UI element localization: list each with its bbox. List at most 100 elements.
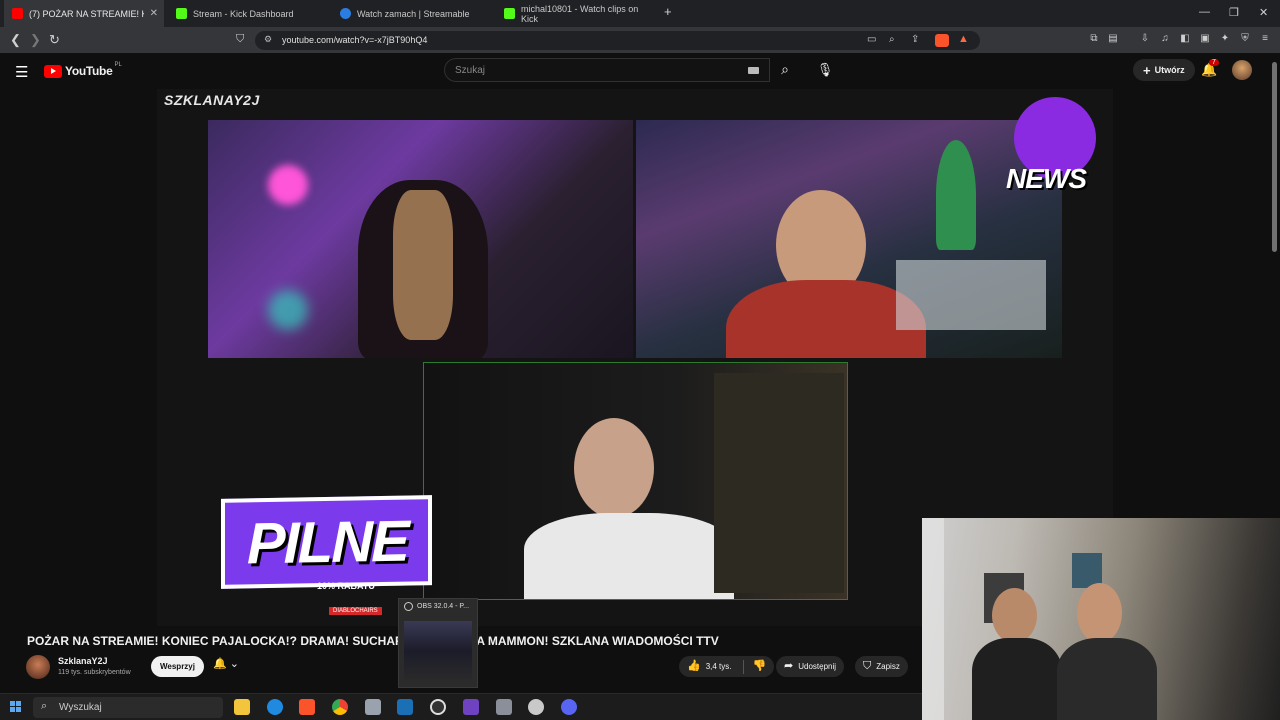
webcam-feed-top-right: [636, 120, 1062, 358]
search-icon: ⌕: [781, 61, 789, 77]
pilne-banner: PILNE: [221, 495, 432, 589]
notification-count-badge: 7: [1209, 59, 1219, 66]
webcam-feed-center: [423, 362, 848, 600]
user-avatar[interactable]: [1232, 60, 1252, 80]
taskbar-search[interactable]: ⌕ Wyszukaj: [33, 697, 223, 718]
search-button[interactable]: ⌕: [770, 58, 800, 82]
promo-brand: DIABLOCHAIRS: [329, 607, 382, 615]
close-tab-icon[interactable]: ✕: [150, 8, 158, 19]
keyboard-icon[interactable]: [748, 67, 759, 74]
create-label: Utwórz: [1154, 65, 1185, 75]
menu-icon[interactable]: ≡: [1259, 33, 1271, 45]
obs-icon: [404, 602, 413, 611]
notification-settings-icon[interactable]: 🔔 ⌄: [213, 657, 239, 670]
forward-icon[interactable]: ❯: [30, 32, 41, 48]
like-count: 3,4 tys.: [705, 662, 732, 671]
youtube-logo-text: YouTube: [65, 64, 113, 78]
pilne-text: PILNE: [247, 508, 408, 577]
cast-icon[interactable]: ▭: [867, 34, 876, 45]
vpn-icon[interactable]: ⛨: [1239, 33, 1251, 45]
plus-icon: +: [1143, 62, 1151, 78]
app-icon[interactable]: [463, 699, 479, 715]
extensions-icon[interactable]: ⧉: [1088, 33, 1100, 45]
person-right-face: [1077, 583, 1122, 643]
restore-icon[interactable]: ❐: [1229, 6, 1239, 19]
save-button[interactable]: ⛉ Zapisz: [855, 656, 908, 677]
youtube-play-icon: [44, 64, 62, 78]
share-icon[interactable]: ⇪: [911, 34, 919, 45]
kick-favicon-icon: [504, 8, 515, 19]
webcam-feed-top-left: [208, 120, 633, 358]
news-logo-text: NEWS: [1006, 163, 1087, 194]
region-code: PL: [114, 62, 122, 68]
media-icon[interactable]: ♫: [1159, 33, 1171, 45]
app-icon[interactable]: [496, 699, 512, 715]
discord-icon[interactable]: [561, 699, 577, 715]
search-placeholder: Szukaj: [455, 65, 486, 76]
sidebar-icon[interactable]: ▤: [1107, 33, 1119, 45]
kick-favicon-icon: [176, 8, 187, 19]
youtube-favicon-icon: [12, 8, 23, 19]
brave-shields-icon[interactable]: [935, 34, 949, 47]
tab-kick-dashboard[interactable]: Stream - Kick Dashboard: [168, 0, 328, 27]
tab-label: michal10801 - Watch clips on Kick: [521, 3, 639, 24]
obs-taskbar-preview[interactable]: OBS 32.0.4 - P...: [398, 598, 478, 688]
channel-avatar[interactable]: [26, 655, 50, 679]
voice-search-button[interactable]: 🎙: [813, 58, 837, 82]
youtube-header: ☰ YouTube PL Szukaj ⌕ 🎙 + Utwórz 🔔 7: [0, 53, 1280, 89]
download-icon[interactable]: ⇩: [1139, 33, 1151, 45]
tab-kick-clips[interactable]: michal10801 - Watch clips on Kick: [496, 0, 656, 27]
page-scrollbar[interactable]: [1272, 62, 1277, 252]
person-left-face: [992, 588, 1037, 643]
tab-youtube[interactable]: (7) POŻAR NA STREAMIE! KO ✕: [4, 0, 164, 27]
browser-tab-strip: (7) POŻAR NA STREAMIE! KO ✕ Stream - Kic…: [0, 0, 1280, 27]
thumbs-down-icon[interactable]: 👎: [753, 656, 767, 677]
windows-start-icon[interactable]: [10, 701, 22, 713]
wallet-icon[interactable]: ▣: [1199, 33, 1211, 45]
leo-ai-icon[interactable]: ✦: [1219, 33, 1231, 45]
chrome-icon[interactable]: [332, 699, 348, 715]
back-icon[interactable]: ❮: [10, 32, 21, 48]
reload-icon[interactable]: ↻: [49, 32, 60, 48]
streamable-favicon-icon: [340, 8, 351, 19]
share-arrow-icon: ➦: [784, 660, 794, 672]
minimize-icon[interactable]: —: [1199, 6, 1210, 18]
rgb-light: [268, 290, 308, 330]
channel-watermark: SZKLANAY2J: [164, 92, 260, 108]
tab-label: Watch zamach | Streamable: [357, 8, 470, 19]
obs-window-thumbnail[interactable]: [404, 621, 472, 681]
app-icon[interactable]: [365, 699, 381, 715]
obs-taskbar-icon[interactable]: [430, 699, 446, 715]
save-label: Zapisz: [876, 662, 900, 671]
tab-streamable[interactable]: Watch zamach | Streamable: [332, 0, 492, 27]
youtube-logo[interactable]: YouTube PL: [44, 62, 122, 78]
app-icon[interactable]: [528, 699, 544, 715]
browser-toolbar: ❮ ❯ ↻ ⛉ ⚙ youtube.com/watch?v=-x7jBT90hQ…: [0, 27, 1280, 53]
support-button[interactable]: Wesprzyj: [151, 656, 204, 677]
channel-name[interactable]: SzklanaY2J: [58, 656, 108, 666]
new-tab-button[interactable]: +: [664, 4, 672, 19]
edge-icon[interactable]: [267, 699, 283, 715]
tab-label: Stream - Kick Dashboard: [193, 8, 294, 19]
share-button[interactable]: ➦ Udostępnij: [776, 656, 845, 677]
christmas-tree: [936, 140, 976, 250]
steam-icon[interactable]: [397, 699, 413, 715]
brave-icon[interactable]: [299, 699, 315, 715]
create-button[interactable]: + Utwórz: [1133, 59, 1195, 81]
like-button[interactable]: 👍 3,4 tys. 👎: [679, 656, 775, 677]
file-explorer-icon[interactable]: [234, 699, 250, 715]
address-bar[interactable]: ⚙ youtube.com/watch?v=-x7jBT90hQ4 ▭ ⌕ ⇪ …: [255, 31, 980, 50]
white-shelf: [896, 260, 1046, 330]
hamburger-menu-icon[interactable]: ☰: [15, 63, 28, 81]
close-window-icon[interactable]: ✕: [1259, 6, 1268, 19]
url-text: youtube.com/watch?v=-x7jBT90hQ4: [282, 35, 428, 45]
bookmark-icon[interactable]: ⛉: [236, 33, 244, 46]
search-input[interactable]: Szukaj: [444, 58, 770, 82]
split-view-icon[interactable]: ◧: [1179, 33, 1191, 45]
white-shirt: [524, 513, 734, 599]
zoom-icon[interactable]: ⌕: [889, 34, 895, 45]
brave-rewards-icon[interactable]: ▲: [958, 33, 969, 45]
person-right-body: [1057, 638, 1157, 720]
site-settings-icon[interactable]: ⚙: [264, 34, 272, 45]
k-news-logo: NEWS: [1006, 95, 1098, 195]
